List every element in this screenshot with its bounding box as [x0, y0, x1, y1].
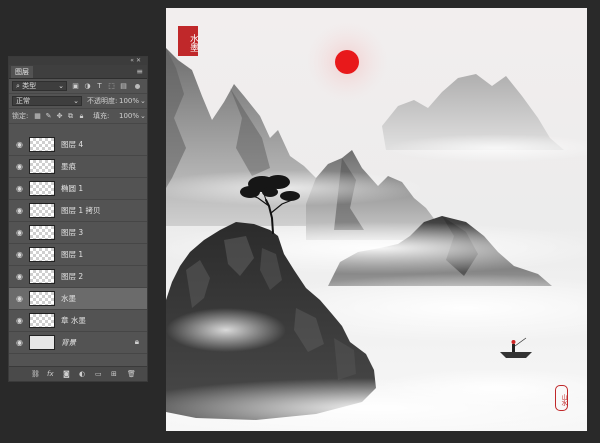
link-icon[interactable]: ⛓ [31, 369, 40, 379]
layers-panel: «✕ 图层 ≡ ⌕ 类型 ⌄ ▣ ◑ T ⬚ ▤ 正常 ⌄ 不透明度: 100% ⌄… [8, 56, 148, 382]
document-canvas[interactable]: 水墨 山水 [166, 8, 587, 431]
chevron-down-icon: ⌄ [58, 82, 64, 90]
layer-thumbnail [29, 313, 55, 328]
lock-image-icon[interactable]: ✎ [44, 112, 53, 120]
panel-titlebar[interactable]: «✕ [9, 57, 147, 65]
eye-icon[interactable]: ◉ [15, 162, 24, 171]
chevron-down-icon: ⌄ [73, 97, 79, 105]
layer-thumbnail [29, 159, 55, 174]
eye-icon[interactable]: ◉ [15, 316, 24, 325]
layer-name: 图层 1 [61, 250, 84, 259]
layer-thumbnail [29, 225, 55, 240]
layer-row[interactable]: ◉ 图层 3 [9, 222, 147, 244]
folder-icon[interactable]: ▭ [95, 369, 102, 379]
lock-label: 锁定: [12, 112, 29, 120]
layer-name: 椭圆 1 [61, 184, 84, 193]
eye-icon[interactable]: ◉ [15, 338, 24, 347]
tab-layers[interactable]: 图层 [11, 66, 33, 78]
layer-row[interactable]: ◉ 图层 4 [9, 134, 147, 156]
lock-all-icon[interactable]: 🔒︎ [77, 112, 86, 120]
panel-menu-icon[interactable]: ≡ [136, 65, 143, 78]
layer-thumbnail [29, 247, 55, 262]
ink-landscape-artwork [166, 8, 587, 431]
layer-name: 章 水墨 [61, 316, 86, 325]
layer-thumbnail [29, 137, 55, 152]
chevron-down-icon[interactable]: ⌄ [140, 94, 146, 108]
filter-smart-object-icon[interactable]: ▤ [119, 82, 128, 90]
filter-type-icon[interactable]: T [95, 82, 104, 90]
seal-stamp-top: 水墨 [178, 26, 198, 56]
chevron-down-icon[interactable]: ⌄ [140, 109, 146, 123]
filter-adjustment-icon[interactable]: ◑ [83, 82, 92, 90]
layer-name: 图层 3 [61, 228, 84, 237]
eye-icon[interactable]: ◉ [15, 206, 24, 215]
filter-type-select[interactable]: ⌕ 类型 ⌄ [12, 81, 67, 91]
eye-icon[interactable]: ◉ [15, 250, 24, 259]
layer-row-selected[interactable]: ◉ 水墨 [9, 288, 147, 310]
layer-name: 墨痕 [61, 162, 76, 171]
layer-name: 背景 [61, 338, 76, 347]
collapse-panel-icon[interactable]: «✕ [130, 57, 143, 65]
eye-icon[interactable]: ◉ [15, 272, 24, 281]
panel-footer: ⛓ fx ◙ ◐ ▭ ⊞ 🗑︎ [9, 366, 147, 381]
layer-thumbnail [29, 269, 55, 284]
layer-row[interactable]: ◉ 图层 2 [9, 266, 147, 288]
layer-thumbnail [29, 291, 55, 306]
layer-name: 图层 2 [61, 272, 84, 281]
lock-row: 锁定: ▦ ✎ ✥ ⧉ 🔒︎ 填充: 100% ⌄ [9, 109, 147, 124]
layers-list: ◉ 图层 4 ◉ 墨痕 ◉ 椭圆 1 ◉ 图层 1 拷贝 ◉ 图层 3 ◉ 图层… [9, 134, 147, 354]
filter-toggle-icon[interactable] [135, 84, 140, 89]
layer-row[interactable]: ◉ 章 水墨 [9, 310, 147, 332]
filter-row: ⌕ 类型 ⌄ ▣ ◑ T ⬚ ▤ [9, 79, 147, 94]
adjustment-icon[interactable]: ◐ [79, 369, 85, 379]
fill-label: 填充: [93, 112, 110, 120]
layer-row[interactable]: ◉ 图层 1 [9, 244, 147, 266]
eye-icon[interactable]: ◉ [15, 294, 24, 303]
trash-icon[interactable]: 🗑︎ [127, 369, 136, 379]
layer-row-background[interactable]: ◉ 背景 🔒︎ [9, 332, 147, 354]
layer-row[interactable]: ◉ 墨痕 [9, 156, 147, 178]
layer-name: 图层 4 [61, 140, 84, 149]
eye-icon[interactable]: ◉ [15, 228, 24, 237]
lock-transparency-icon[interactable]: ▦ [33, 112, 42, 120]
filter-shape-icon[interactable]: ⬚ [107, 82, 116, 90]
new-layer-icon[interactable]: ⊞ [111, 369, 117, 379]
lock-icon: 🔒︎ [134, 337, 139, 346]
opacity-value[interactable]: 100% [119, 94, 139, 108]
blend-row: 正常 ⌄ 不透明度: 100% ⌄ [9, 94, 147, 109]
layer-thumbnail [29, 335, 55, 350]
layer-name: 图层 1 拷贝 [61, 206, 101, 215]
layer-thumbnail [29, 203, 55, 218]
filter-pixel-icon[interactable]: ▣ [71, 82, 80, 90]
eye-icon[interactable]: ◉ [15, 140, 24, 149]
lock-position-icon[interactable]: ✥ [55, 112, 64, 120]
lock-artboard-icon[interactable]: ⧉ [66, 112, 75, 120]
layer-row[interactable]: ◉ 图层 1 拷贝 [9, 200, 147, 222]
eye-icon[interactable]: ◉ [15, 184, 24, 193]
panel-tab-row: 图层 ≡ [9, 65, 147, 79]
layer-name: 水墨 [61, 294, 76, 303]
fill-value[interactable]: 100% [119, 109, 139, 123]
opacity-label: 不透明度: [87, 97, 118, 105]
blend-mode-select[interactable]: 正常 ⌄ [12, 96, 82, 106]
mask-icon[interactable]: ◙ [63, 369, 70, 379]
layer-thumbnail [29, 181, 55, 196]
fx-icon[interactable]: fx [47, 369, 54, 379]
seal-stamp-bottom: 山水 [555, 385, 568, 411]
layer-row[interactable]: ◉ 椭圆 1 [9, 178, 147, 200]
red-sun [335, 50, 359, 74]
